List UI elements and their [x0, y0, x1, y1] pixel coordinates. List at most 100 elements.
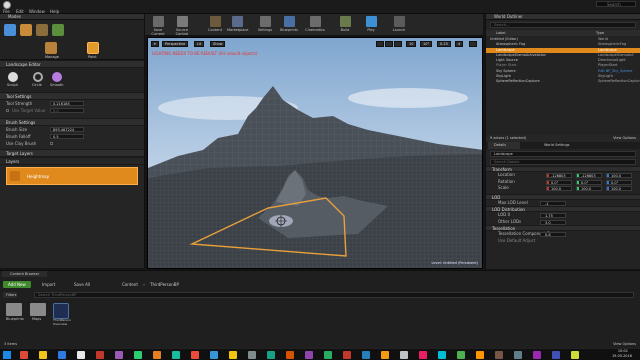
grid-snap-button[interactable]: 10	[406, 41, 417, 47]
landscape-mode-icon[interactable]	[36, 24, 48, 36]
location-y-field[interactable]: -126803	[576, 173, 602, 178]
brush-falloff-field[interactable]: 0.5	[50, 134, 84, 139]
taskbar-app-icon[interactable]	[305, 351, 313, 359]
breadcrumb-content[interactable]: Content	[122, 282, 138, 287]
import-button[interactable]: Import	[36, 281, 55, 288]
camera-speed-button[interactable]: 4	[455, 41, 464, 47]
scale-x-field[interactable]: 100.0	[546, 186, 572, 191]
perspective-button[interactable]: Perspective	[162, 41, 189, 47]
taskbar-app-icon[interactable]	[134, 351, 142, 359]
taskbar-app-icon[interactable]	[476, 351, 484, 359]
taskbar-app-icon[interactable]	[115, 351, 123, 359]
launch-button[interactable]: Launch	[389, 16, 409, 35]
rotation-x-field[interactable]: 0.0°	[546, 179, 572, 185]
taskbar-app-icon[interactable]	[533, 351, 541, 359]
start-icon[interactable]	[3, 351, 11, 359]
taskbar-app-icon[interactable]	[20, 351, 28, 359]
max-lod-field[interactable]: -1	[540, 200, 566, 206]
tab-world-settings[interactable]: World Settings	[538, 142, 576, 149]
use-target-value-field[interactable]: 0.0	[50, 108, 84, 113]
translate-tool-icon[interactable]	[376, 41, 384, 47]
taskbar-app-icon[interactable]	[571, 351, 579, 359]
taskbar-app-icon[interactable]	[77, 351, 85, 359]
foliage-mode-icon[interactable]	[52, 24, 64, 36]
marketplace-button[interactable]: Marketplace	[227, 16, 248, 35]
place-mode-icon[interactable]	[4, 24, 16, 36]
filters-button[interactable]: Filters	[3, 292, 17, 298]
other-lods-field[interactable]: 3.0	[540, 219, 566, 225]
source-control-button[interactable]: Source Control	[172, 16, 192, 36]
taskbar-app-icon[interactable]	[457, 351, 465, 359]
taskbar-app-icon[interactable]	[495, 351, 503, 359]
scale-tool-icon[interactable]	[394, 41, 402, 47]
taskbar-app-icon[interactable]	[96, 351, 104, 359]
taskbar-app-icon[interactable]	[172, 351, 180, 359]
taskbar-app-icon[interactable]	[248, 351, 256, 359]
location-z-field[interactable]: 100.0	[606, 173, 632, 178]
scale-snap-button[interactable]: 0.25	[437, 41, 451, 47]
heightmap-layer[interactable]: Heightmap	[6, 167, 138, 185]
viewport-options-button[interactable]: ▾	[151, 41, 159, 47]
rotation-y-field[interactable]: 0.0°	[576, 179, 602, 185]
taskbar-app-icon[interactable]	[552, 351, 560, 359]
taskbar-app-icon[interactable]	[39, 351, 47, 359]
add-new-button[interactable]: Add New	[3, 281, 31, 288]
taskbar-app-icon[interactable]	[514, 351, 522, 359]
build-button[interactable]: Build	[335, 16, 355, 35]
taskbar-app-icon[interactable]	[229, 351, 237, 359]
save-current-button[interactable]: Save Current	[148, 16, 168, 36]
outliner-row[interactable]: SphereReflectionCapture SphereReflectionC…	[486, 79, 640, 84]
smooth-tool-icon[interactable]	[52, 72, 62, 82]
scale-z-field[interactable]: 100.0	[606, 186, 632, 191]
location-x-field[interactable]: -126803	[546, 173, 572, 178]
cinematics-button[interactable]: Cinematics	[305, 16, 325, 35]
asset-tile-blueprints[interactable]: Blueprints	[6, 303, 24, 325]
lod0-field[interactable]: 1.75	[540, 213, 566, 218]
settings-button[interactable]: Settings	[255, 16, 275, 35]
asset-tile-thirdperson-overview[interactable]: ThirdPerson Overview	[53, 303, 71, 329]
taskbar-app-icon[interactable]	[267, 351, 275, 359]
taskbar-app-icon[interactable]	[210, 351, 218, 359]
col-type[interactable]: Type	[596, 30, 604, 36]
clay-brush-checkbox[interactable]	[50, 142, 53, 145]
content-search-input[interactable]: Search ThirdPersonBP	[34, 292, 634, 298]
taskbar-app-icon[interactable]	[324, 351, 332, 359]
lit-button[interactable]: Lit	[194, 41, 205, 47]
content-browser-tab[interactable]: Content Browser	[2, 271, 48, 277]
paint-mode-icon[interactable]	[20, 24, 32, 36]
rotate-tool-icon[interactable]	[385, 41, 393, 47]
details-search-input[interactable]: Search Details	[490, 159, 636, 165]
outliner-search-input[interactable]: Search...	[490, 22, 636, 28]
taskbar-app-icon[interactable]	[286, 351, 294, 359]
rotation-z-field[interactable]: 0.0°	[606, 179, 632, 185]
rotation-snap-button[interactable]: 10°	[420, 41, 433, 47]
circle-tool-icon[interactable]	[33, 72, 43, 82]
ue-logo-icon[interactable]	[3, 1, 11, 9]
use-target-value-checkbox[interactable]	[6, 109, 9, 112]
paint-tool-icon[interactable]	[87, 42, 99, 54]
breadcrumb-thirdpersonbp[interactable]: ThirdPersonBP	[150, 282, 179, 287]
content-view-options[interactable]: View Options	[613, 341, 636, 348]
actor-name-field[interactable]: Landscape	[490, 151, 636, 157]
maximize-viewport-button[interactable]	[469, 41, 477, 47]
tessellation-field[interactable]: 0.8	[540, 232, 566, 237]
help-search-input[interactable]: Search	[596, 1, 636, 7]
taskbar-app-icon[interactable]	[343, 351, 351, 359]
scale-y-field[interactable]: 100.0	[576, 186, 602, 191]
taskbar-app-icon[interactable]	[419, 351, 427, 359]
taskbar-app-icon[interactable]	[438, 351, 446, 359]
save-all-button[interactable]: Save All	[68, 281, 90, 288]
taskbar-app-icon[interactable]	[362, 351, 370, 359]
taskbar-app-icon[interactable]	[58, 351, 66, 359]
tab-details[interactable]: Details	[488, 142, 521, 149]
taskbar-app-icon[interactable]	[400, 351, 408, 359]
play-button[interactable]: Play	[361, 16, 381, 35]
content-button[interactable]: Content	[205, 16, 225, 35]
col-label[interactable]: Label	[496, 30, 505, 36]
taskbar-app-icon[interactable]	[191, 351, 199, 359]
outliner-view-options[interactable]: View Options	[613, 135, 636, 142]
asset-tile-maps[interactable]: Maps	[30, 303, 48, 325]
blueprints-button[interactable]: Blueprints	[279, 16, 299, 35]
show-button[interactable]: Show	[210, 41, 226, 47]
tool-strength-field[interactable]: 0.216185	[50, 101, 84, 106]
